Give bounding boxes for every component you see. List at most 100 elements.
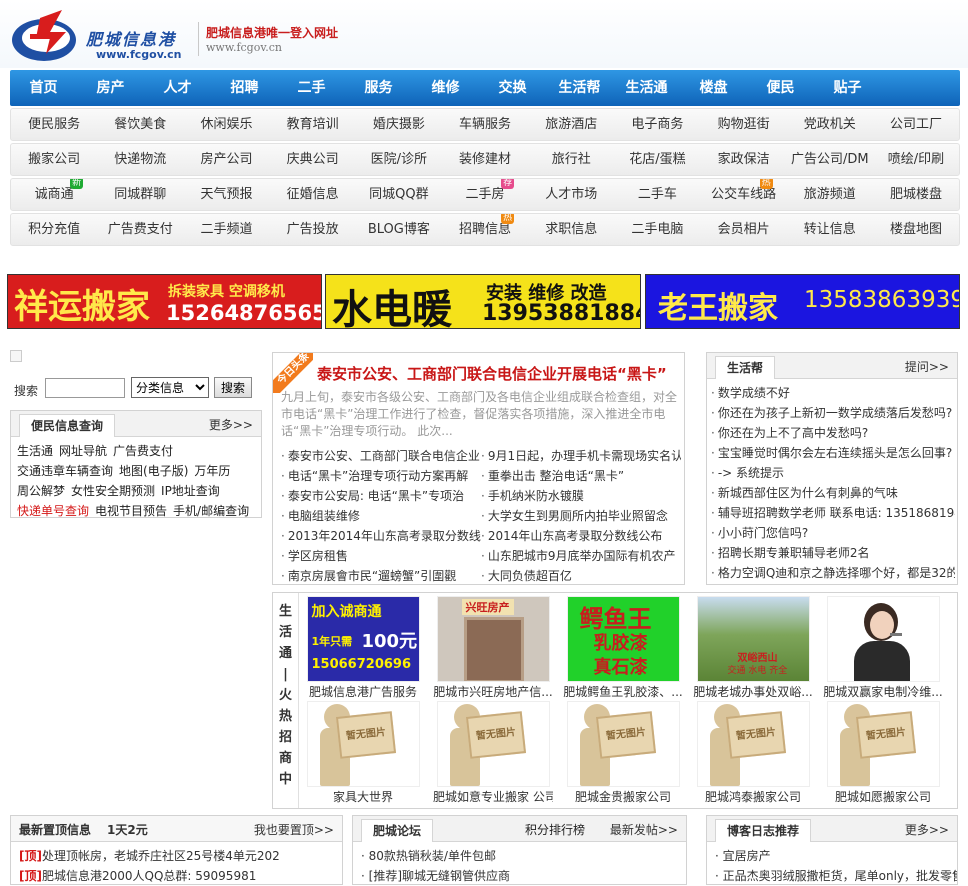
question-link[interactable]: 宝宝睡觉时偶尔会左右连续摇头是怎么回事? <box>711 443 955 463</box>
news-link[interactable]: 大同负债超百亿 <box>481 566 681 586</box>
category-link[interactable]: 二手频道 <box>183 214 269 245</box>
query-link[interactable]: 女性安全期预测 <box>71 484 155 498</box>
query-link[interactable]: 广告费支付 <box>113 444 173 458</box>
ad-cell[interactable]: 暂无图片 肥城鸿泰搬家公司 <box>693 701 813 805</box>
news-link[interactable]: 2014年山东高考录取分数线公布 <box>481 526 681 546</box>
headline-title[interactable]: 泰安市公安、工商部门联合电信企业开展电话“黑卡” <box>317 363 683 384</box>
list-item[interactable]: · 宜居房产 <box>707 846 957 866</box>
category-link[interactable]: 招聘信息热 <box>442 214 528 245</box>
news-link[interactable]: 泰安市公安、工商部门联合电信企业 <box>281 446 481 466</box>
query-link[interactable]: IP地址查询 <box>161 484 220 498</box>
category-link[interactable]: 教育培训 <box>270 109 356 140</box>
category-link[interactable]: 花店/蛋糕 <box>614 144 700 175</box>
category-link[interactable]: 婚庆摄影 <box>356 109 442 140</box>
ad-cell[interactable]: 暂无图片 肥城金贵搬家公司 <box>563 701 683 805</box>
banner-ad-moving[interactable]: 祥运搬家 拆装家具 空调移机 15264876565 <box>7 274 322 329</box>
category-link[interactable]: 便民服务 <box>11 109 97 140</box>
query-link[interactable]: 手机/邮编查询 <box>173 504 249 518</box>
category-link[interactable]: 广告投放 <box>270 214 356 245</box>
search-button[interactable]: 搜索 <box>214 377 252 398</box>
top-listing-link[interactable]: 我也要置顶>> <box>254 821 334 838</box>
news-link[interactable]: 重拳出击 整治电话“黑卡” <box>481 466 681 486</box>
nav-item-house[interactable]: 房产 <box>77 70 144 106</box>
nav-item-posts[interactable]: 贴子 <box>814 70 881 106</box>
category-link[interactable]: 车辆服务 <box>442 109 528 140</box>
ask-question-link[interactable]: 提问>> <box>905 358 949 375</box>
nav-item-home[interactable]: 首页 <box>10 70 77 106</box>
category-link[interactable]: 积分充值 <box>11 214 97 245</box>
nav-item-convenience[interactable]: 便民 <box>747 70 814 106</box>
list-item[interactable]: · [推荐]聊城无缝钢管供应商 <box>353 866 686 886</box>
query-link[interactable]: 交通违章车辆查询 <box>17 464 113 478</box>
news-link[interactable]: 大学女生到男厕所内拍毕业照留念 <box>481 506 681 526</box>
category-link[interactable]: 人才市场 <box>528 179 614 210</box>
category-link[interactable]: 楼盘地图 <box>873 214 959 245</box>
query-link[interactable]: 万年历 <box>194 464 230 478</box>
category-link[interactable]: 诚商通新 <box>11 179 97 210</box>
query-link[interactable]: 快递单号查询 <box>17 504 89 518</box>
news-link[interactable]: 手机纳米防水镀膜 <box>481 486 681 506</box>
query-link[interactable]: 周公解梦 <box>17 484 65 498</box>
category-link[interactable]: 转让信息 <box>787 214 873 245</box>
query-link[interactable]: 地图(电子版) <box>119 464 188 478</box>
list-item[interactable]: · 80款热销秋装/单件包邮 <box>353 846 686 866</box>
category-link[interactable]: 党政机关 <box>787 109 873 140</box>
category-link[interactable]: 购物逛街 <box>701 109 787 140</box>
category-link[interactable]: 电子商务 <box>614 109 700 140</box>
category-link[interactable]: 医院/诊所 <box>356 144 442 175</box>
nav-item-secondhand[interactable]: 二手 <box>278 70 345 106</box>
category-link[interactable]: 天气预报 <box>183 179 269 210</box>
ad-cell[interactable]: 加入诚商通 1年只需 100元 15066720696 肥城信息港广告服务 <box>303 596 423 700</box>
category-link[interactable]: 同城群聊 <box>97 179 183 210</box>
question-link[interactable]: -> 系统提示 <box>711 463 955 483</box>
nav-item-talent[interactable]: 人才 <box>144 70 211 106</box>
search-category-select[interactable]: 分类信息 <box>131 377 209 398</box>
category-link[interactable]: 公司工厂 <box>873 109 959 140</box>
site-logo[interactable]: 肥城信息港 www.fcgov.cn <box>10 4 200 66</box>
category-link[interactable]: 求职信息 <box>528 214 614 245</box>
nav-item-service[interactable]: 服务 <box>345 70 412 106</box>
question-link[interactable]: 你还在为上不了高中发愁吗? <box>711 423 955 443</box>
category-link[interactable]: 休闲娱乐 <box>183 109 269 140</box>
question-link[interactable]: 招聘长期专兼职辅导老师2名 <box>711 543 955 563</box>
nav-item-life-pass[interactable]: 生活通 <box>613 70 680 106</box>
category-link[interactable]: 旅行社 <box>528 144 614 175</box>
category-link[interactable]: 家政保洁 <box>701 144 787 175</box>
category-link[interactable]: 广告费支付 <box>97 214 183 245</box>
points-ranking-link[interactable]: 积分排行榜 <box>525 821 585 838</box>
question-link[interactable]: 格力空调Q迪和京之静选择哪个好，都是32的 <box>711 563 955 583</box>
list-item[interactable]: [顶]处理顶帐房，老城乔庄社区25号楼4单元202 <box>11 846 342 866</box>
news-link[interactable]: 9月1日起，办理手机卡需现场实名认 <box>481 446 681 466</box>
category-link[interactable]: 房产公司 <box>183 144 269 175</box>
nav-item-repair[interactable]: 维修 <box>412 70 479 106</box>
news-link[interactable]: 山东肥城市9月底举办国际有机农产 <box>481 546 681 566</box>
ad-cell[interactable]: 肥城双赢家电制冷维... <box>823 596 943 700</box>
more-link[interactable]: 更多>> <box>905 821 949 838</box>
latest-posts-link[interactable]: 最新发帖>> <box>610 821 678 838</box>
category-link[interactable]: 二手电脑 <box>614 214 700 245</box>
category-link[interactable]: 二手车 <box>614 179 700 210</box>
news-link[interactable]: 电脑组装维修 <box>281 506 481 526</box>
category-link[interactable]: 二手房荐 <box>442 179 528 210</box>
question-link[interactable]: 小小莳门您信吗? <box>711 523 955 543</box>
question-link[interactable]: 辅导班招聘数学老师 联系电话: 13518681944 <box>711 503 955 523</box>
list-item[interactable]: · 正品杰奥羽绒服撒柜货，尾单only，批发零售 <box>707 866 957 886</box>
ad-cell[interactable]: 暂无图片 家具大世界 <box>303 701 423 805</box>
news-link[interactable]: 学区房租售 <box>281 546 481 566</box>
news-link[interactable]: 南京房展會市民“遛螃蟹”引圍觀 <box>281 566 481 586</box>
category-link[interactable]: 同城QQ群 <box>356 179 442 210</box>
category-link[interactable]: 喷绘/印刷 <box>873 144 959 175</box>
ad-cell[interactable]: 暂无图片 肥城如意专业搬家 公司 <box>433 701 553 805</box>
banner-ad-plumbing[interactable]: 水电暖 安装 维修 改造 13953881884 <box>325 274 641 329</box>
news-link[interactable]: 电话“黑卡”治理专项行动方案再解 <box>281 466 481 486</box>
ad-cell[interactable]: 暂无图片 肥城如愿搬家公司 <box>823 701 943 805</box>
search-input[interactable] <box>45 378 125 398</box>
nav-item-estate[interactable]: 楼盘 <box>680 70 747 106</box>
category-link[interactable]: 征婚信息 <box>270 179 356 210</box>
nav-item-jobs[interactable]: 招聘 <box>211 70 278 106</box>
ad-cell[interactable]: 双峪西山 交通 水电 齐全 肥城老城办事处双峪... <box>693 596 813 700</box>
question-link[interactable]: 新城西部住区为什么有刺鼻的气味 <box>711 483 955 503</box>
query-link[interactable]: 电视节目预告 <box>95 504 167 518</box>
banner-ad-lao-wang[interactable]: 老王搬家 13583863939 <box>645 274 960 329</box>
query-link[interactable]: 网址导航 <box>59 444 107 458</box>
